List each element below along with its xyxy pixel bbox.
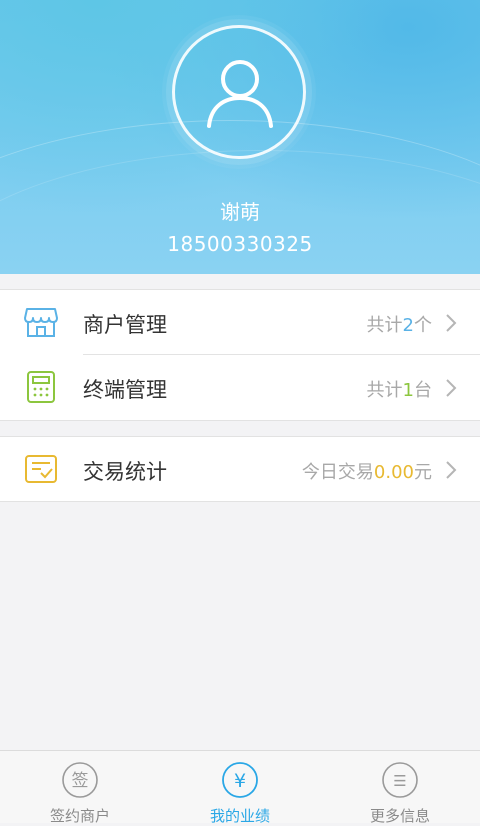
terminal-management-row[interactable]: 终端管理 共计1台 [0,355,480,419]
tab-my-performance[interactable]: ¥ 我的业绩 [160,751,320,825]
terminal-count: 共计1台 [366,380,432,401]
avatar[interactable] [172,25,306,159]
bottom-tab-bar: 签 签约商户 ¥ 我的业绩 ☰ 更多信息 [0,750,480,825]
merchant-management-row[interactable]: 商户管理 共计2个 [0,290,480,355]
terminal-management-label: 终端管理 [83,378,167,402]
merchant-count: 共计2个 [366,315,432,336]
tab-signed-merchants[interactable]: 签 签约商户 [0,751,160,825]
user-name: 谢萌 [220,200,260,224]
sign-icon: 签 [62,762,98,798]
yuan-icon: ¥ [222,762,258,798]
user-phone: 18500330325 [167,232,313,256]
calculator-icon [27,371,55,403]
chevron-right-icon [446,379,457,397]
svg-text:签: 签 [72,771,89,791]
bill-check-icon [25,455,57,483]
tab-label: 签约商户 [49,807,110,825]
chevron-right-icon [446,461,457,479]
svg-text:¥: ¥ [234,770,246,792]
tab-label: 我的业绩 [209,807,270,825]
management-group: 商户管理 共计2个 终端管理 共计1台 [0,289,480,421]
more-icon: ☰ [382,762,418,798]
merchant-management-label: 商户管理 [83,313,167,337]
today-transaction: 今日交易0.00元 [301,462,432,483]
profile-header: 谢萌 18500330325 [0,0,480,274]
transaction-group: 交易统计 今日交易0.00元 [0,436,480,502]
svg-text:☰: ☰ [393,772,406,790]
chevron-right-icon [446,314,457,332]
transaction-stats-label: 交易统计 [83,460,167,484]
user-icon [207,60,273,128]
tab-more-info[interactable]: ☰ 更多信息 [320,751,480,825]
transaction-stats-row[interactable]: 交易统计 今日交易0.00元 [0,437,480,501]
tab-label: 更多信息 [369,807,430,825]
storefront-icon [24,308,58,337]
